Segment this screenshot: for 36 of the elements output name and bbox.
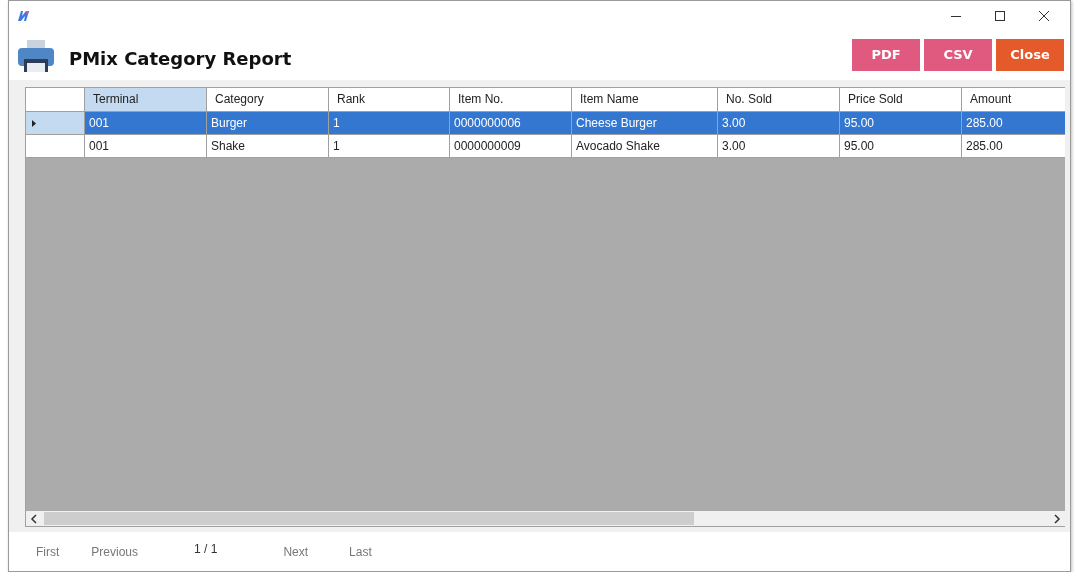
table-cell: Cheese Burger <box>572 112 718 135</box>
table-cell: 95.00 <box>840 112 962 135</box>
table-cell: Avocado Shake <box>572 135 718 158</box>
table-cell: 0000000006 <box>450 112 572 135</box>
row-header[interactable] <box>26 135 85 158</box>
previous-link[interactable]: Previous <box>91 544 138 559</box>
scrollbar-thumb[interactable] <box>44 512 694 525</box>
last-link[interactable]: Last <box>349 544 372 559</box>
close-icon[interactable] <box>1038 10 1050 22</box>
table-cell: 3.00 <box>718 112 840 135</box>
table-cell: 285.00 <box>962 112 1065 135</box>
app-logo-icon <box>17 10 31 22</box>
table-cell: 95.00 <box>840 135 962 158</box>
page-indicator: 1 / 1 <box>194 541 218 556</box>
table-cell: 3.00 <box>718 135 840 158</box>
maximize-icon[interactable] <box>994 10 1006 22</box>
current-row-icon <box>32 119 36 127</box>
export-button[interactable]: CSV <box>924 38 992 71</box>
table-cell: 1 <box>329 135 450 158</box>
table-cell: 285.00 <box>962 135 1065 158</box>
table-cell: 001 <box>85 112 207 135</box>
first-link[interactable]: First <box>36 544 60 559</box>
table-cell: 001 <box>85 135 207 158</box>
table-cell: 0000000009 <box>450 135 572 158</box>
scroll-left-icon[interactable] <box>30 513 38 524</box>
next-link[interactable]: Next <box>283 544 309 559</box>
horizontal-scrollbar[interactable] <box>26 511 1065 526</box>
table-cell: Shake <box>207 135 329 158</box>
close-button[interactable]: Close <box>996 38 1064 71</box>
export-button[interactable]: PDF <box>852 38 920 71</box>
printer-icon <box>17 38 55 73</box>
table-cell: 1 <box>329 112 450 135</box>
scroll-right-icon[interactable] <box>1053 513 1061 524</box>
window-title: PMix Category Report <box>69 48 292 69</box>
column-header[interactable]: Terminal <box>85 88 207 112</box>
table-cell: Burger <box>207 112 329 135</box>
